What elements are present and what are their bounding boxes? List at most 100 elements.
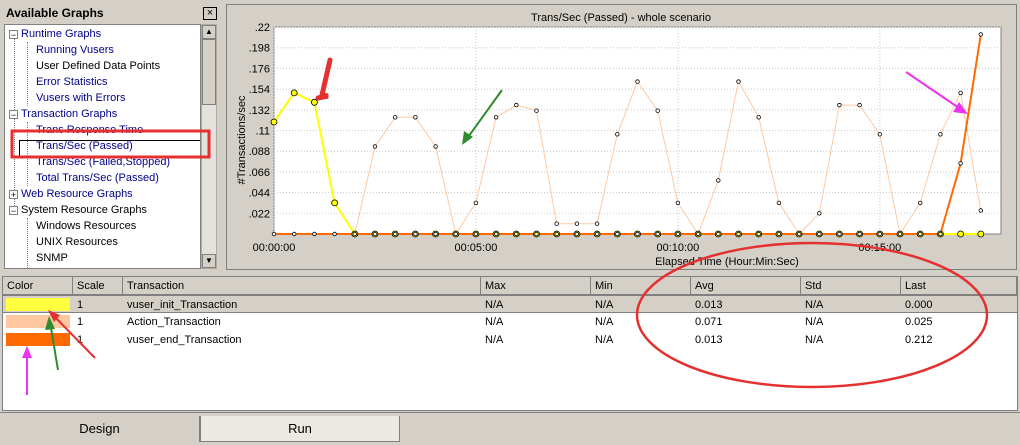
data-point [594,231,600,237]
graph-tree: − Runtime Graphs Running Vusers User Define… [4,24,201,269]
tree-item[interactable]: User Defined Data Points [36,58,160,74]
table-row[interactable]: 1 Action_Transaction N/A N/A 0.071 N/A 0.025 [3,313,1017,331]
y-tick-label: .154 [249,84,270,96]
data-point [776,231,782,237]
data-point [938,231,943,237]
tree-item[interactable]: SNMP [36,250,68,266]
data-point [514,102,519,108]
tree-item[interactable]: Windows Resources [36,218,136,234]
y-tick-label: .022 [249,208,270,220]
y-tick-label: .198 [249,43,270,55]
table-row[interactable]: 1 vuser_end_Transaction N/A N/A 0.013 N/A 0.21… [3,331,1017,349]
data-point [392,115,398,120]
tab-run[interactable]: Run [200,416,400,442]
tree-item[interactable]: Total Trans/Sec (Passed) [36,170,159,186]
data-point [291,231,297,237]
scroll-thumb[interactable] [202,39,216,105]
column-header[interactable]: Scale [73,277,123,295]
tree-item[interactable]: − Transaction Graphs [9,106,117,122]
tree-item[interactable]: Vusers with Errors [36,90,125,106]
column-header[interactable]: Std [801,277,901,295]
close-icon[interactable]: × [203,7,217,20]
scroll-down-icon[interactable]: ▼ [202,254,216,268]
tree-item-label: Trans/Sec (Failed,Stopped) [36,156,171,168]
y-tick-label: .044 [249,188,270,200]
cell-max: N/A [485,334,504,346]
data-point [615,231,620,237]
data-point [695,231,701,237]
y-tick-label: .22 [255,22,270,34]
tree-item[interactable]: − System Resource Graphs [9,202,147,218]
tree-item[interactable]: Error Statistics [36,74,108,90]
tree-scrollbar[interactable]: ▲ ▼ [201,24,217,269]
data-point [877,132,882,137]
data-point [270,118,278,126]
tab-design[interactable]: Design [0,416,200,442]
collapse-icon[interactable]: − [9,29,18,39]
legend-table: Color Scale Transaction Max Min Avg Std Last 1 v… [2,276,1018,411]
data-point [655,108,660,113]
data-point [312,231,317,237]
data-point [332,231,337,237]
tree-item-label: Transaction Graphs [21,108,118,120]
y-tick-label: .11 [256,126,270,138]
data-point [514,231,519,237]
data-point [978,208,983,213]
column-header[interactable]: Color [3,277,73,295]
column-header[interactable]: Last [901,277,1017,295]
column-header[interactable]: Transaction [123,277,481,295]
data-point [675,200,681,206]
cell-max: N/A [485,299,504,311]
color-swatch[interactable] [6,333,70,346]
cell-last: 0.000 [905,299,933,311]
data-point [877,231,882,237]
data-point [635,231,640,237]
table-row[interactable]: 1 vuser_init_Transaction N/A N/A 0.013 N/A 0.0… [3,295,1017,313]
cell-last: 0.212 [905,334,933,346]
data-point [817,231,822,237]
scroll-up-icon[interactable]: ▲ [202,25,216,39]
tree-item-label: Trans Response Time [36,124,144,136]
tree-item-label: Error Statistics [36,76,108,88]
collapse-icon[interactable]: − [9,109,18,119]
color-swatch[interactable] [6,315,70,328]
y-axis-label: #Transactions/sec [236,95,248,184]
x-tick-label: 00:05:00 [455,242,498,254]
expand-icon[interactable]: + [9,189,18,199]
collapse-icon[interactable]: − [9,205,18,215]
data-point [413,115,418,120]
tree-item[interactable]: − Runtime Graphs [9,26,101,42]
cell-std: N/A [805,316,824,328]
tree-item-label: Windows Resources [36,220,137,232]
column-header[interactable]: Max [481,277,591,295]
cell-scale: 1 [77,334,84,346]
graph-panel: Trans/Sec (Passed) - whole scenario #Tra… [226,4,1017,270]
data-point [716,231,721,237]
cell-avg: 0.071 [695,316,723,328]
tree-item-label: Total Trans/Sec (Passed) [36,172,159,184]
data-point [796,231,802,237]
tree-item[interactable]: UNIX Resources [36,234,118,250]
tree-item[interactable]: Trans Response Time [36,122,143,138]
x-axis-label: Elapsed Time (Hour:Min:Sec) [655,256,799,268]
trans-sec-chart[interactable]: Trans/Sec (Passed) - whole scenario #Tra… [227,5,1016,269]
data-point [957,230,964,238]
cell-max: N/A [485,316,504,328]
column-header[interactable]: Min [591,277,691,295]
y-tick-label: .132 [249,105,270,117]
data-point [615,132,620,137]
cell-min: N/A [595,299,614,311]
data-point [271,231,277,237]
tree-item[interactable]: Running Vusers [36,42,114,58]
data-point [837,231,842,237]
tree-item-label: Web Resource Graphs [21,188,133,200]
data-point [554,231,559,237]
data-point [473,200,479,206]
x-tick-label: 00:00:00 [253,242,296,254]
color-swatch[interactable] [6,298,70,311]
column-header[interactable]: Avg [691,277,801,295]
cell-last: 0.025 [905,316,933,328]
cell-transaction: vuser_init_Transaction [127,299,238,311]
data-point [978,32,983,37]
tree-item[interactable]: + Web Resource Graphs [9,186,133,202]
